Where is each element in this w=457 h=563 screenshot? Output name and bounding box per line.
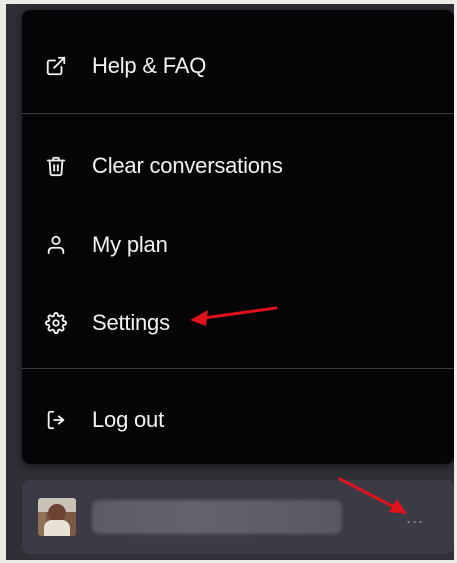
menu-item-label: Help & FAQ [92,53,207,78]
trash-icon [44,154,68,178]
menu-divider [22,113,454,114]
user-account-bar[interactable]: ... [22,480,454,554]
account-menu: Help & FAQ Clear conversations My plan S… [22,10,454,464]
menu-divider [22,368,454,369]
menu-item-settings[interactable]: Settings [22,291,454,355]
more-options-button[interactable]: ... [400,506,430,528]
menu-item-log-out[interactable]: Log out [22,388,454,452]
logout-icon [44,408,68,432]
user-name-redacted [92,500,342,534]
menu-item-help-faq[interactable]: Help & FAQ [22,34,454,98]
app-window: Help & FAQ Clear conversations My plan S… [6,4,454,560]
menu-item-label: My plan [92,232,168,257]
gear-icon [44,311,68,335]
external-link-icon [44,54,68,78]
menu-item-label: Settings [92,310,170,335]
menu-item-my-plan[interactable]: My plan [22,213,454,277]
user-icon [44,233,68,257]
menu-item-clear-conversations[interactable]: Clear conversations [22,134,454,198]
menu-item-label: Clear conversations [92,153,283,178]
avatar [38,498,76,536]
menu-item-label: Log out [92,407,165,432]
